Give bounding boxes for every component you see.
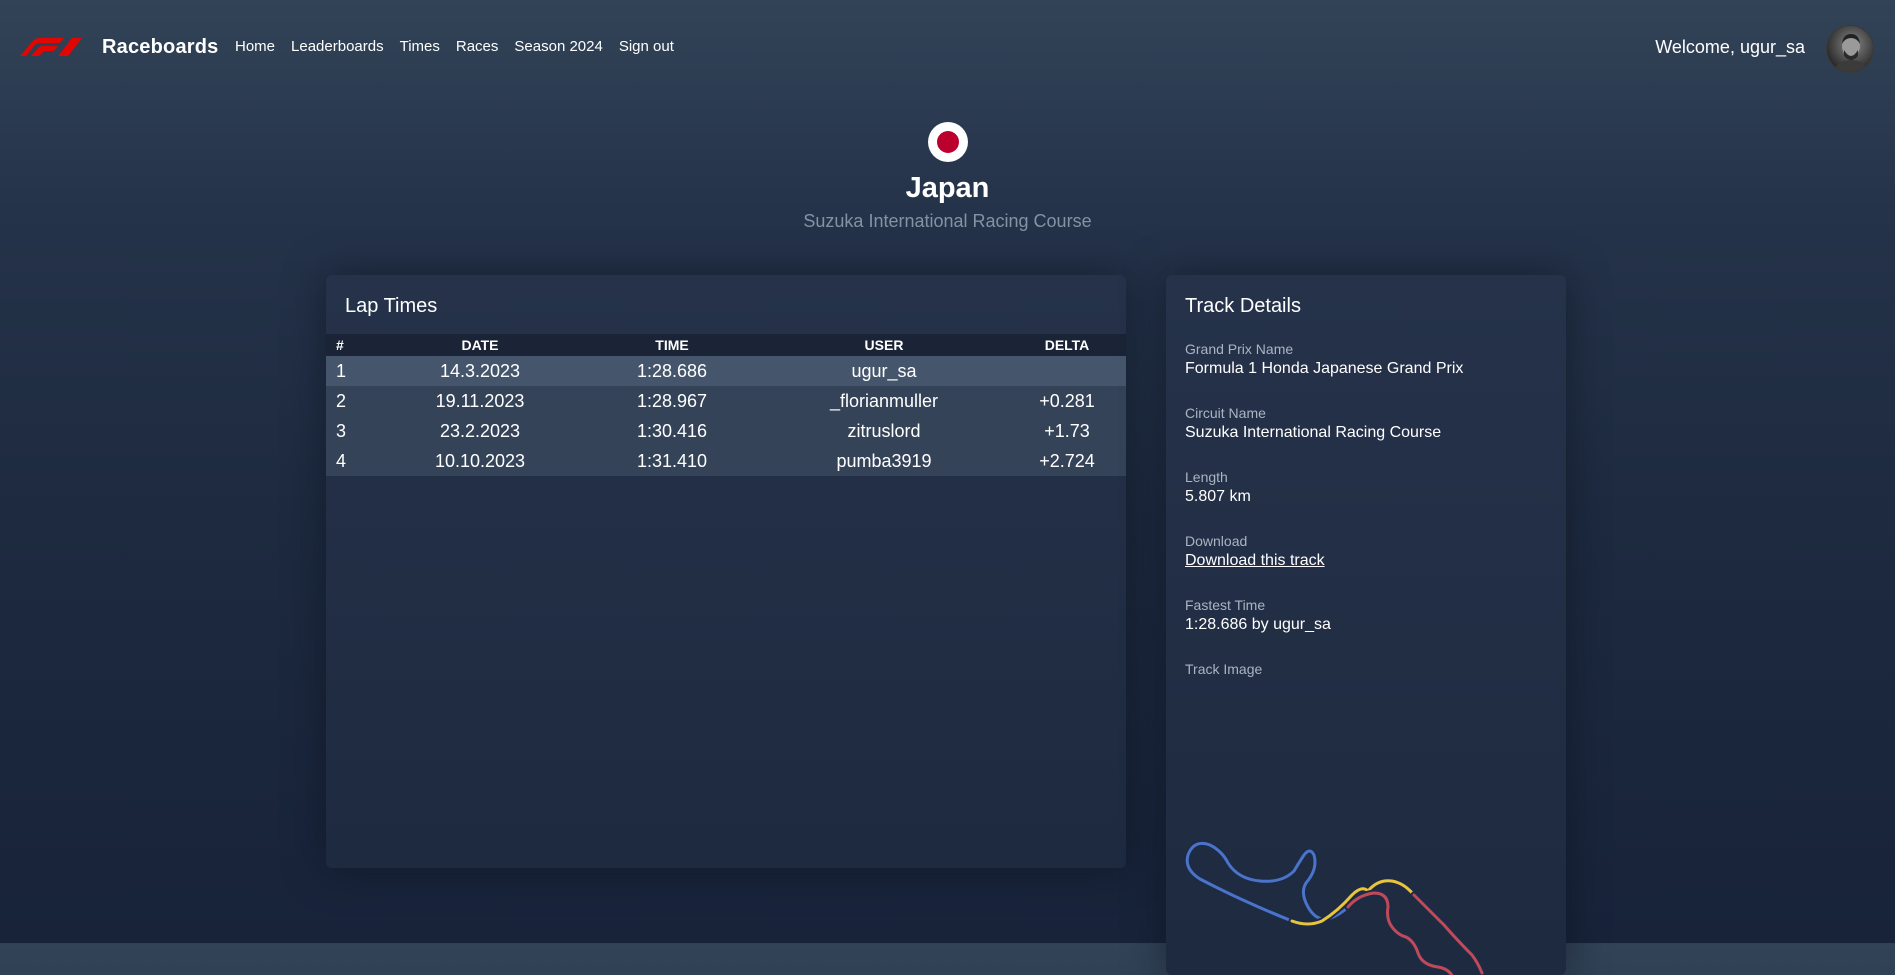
track-image-label: Track Image (1185, 661, 1263, 677)
table-row[interactable]: 4 10.10.2023 1:31.410 pumba3919 +2.724 (326, 446, 1126, 476)
circuit-name-label: Circuit Name (1185, 405, 1266, 421)
grand-prix-value: Formula 1 Honda Japanese Grand Prix (1185, 360, 1464, 377)
cell-delta: +2.724 (1008, 446, 1126, 476)
user-avatar[interactable] (1826, 25, 1874, 73)
nav-link-times[interactable]: Times (400, 38, 440, 55)
country-title: Japan (905, 172, 990, 204)
column-header-position[interactable]: # (326, 334, 376, 356)
column-header-date[interactable]: DATE (376, 334, 584, 356)
cell-date: 23.2.2023 (376, 416, 584, 446)
cell-time: 1:28.967 (584, 386, 760, 416)
circuit-subtitle: Suzuka International Racing Course (803, 211, 1092, 231)
grand-prix-label: Grand Prix Name (1185, 341, 1294, 357)
cell-user: ugur_sa (760, 356, 1008, 386)
japan-flag-icon (927, 122, 968, 162)
column-header-delta[interactable]: DELTA (1008, 334, 1126, 356)
download-label: Download (1185, 533, 1248, 549)
cell-delta: +1.73 (1008, 416, 1126, 446)
lap-times-panel: Lap Times # DATE TIME USER DELTA 1 14.3.… (326, 275, 1126, 868)
lap-times-table: # DATE TIME USER DELTA 1 14.3.2023 1:28.… (326, 334, 1126, 476)
f1-logo-icon[interactable] (18, 38, 82, 56)
table-row[interactable]: 1 14.3.2023 1:28.686 ugur_sa (326, 356, 1126, 386)
cell-user: zitruslord (760, 416, 1008, 446)
cell-date: 10.10.2023 (376, 446, 584, 476)
cell-time: 1:30.416 (584, 416, 760, 446)
navbar: Raceboards Home Leaderboards Times Races… (0, 0, 1895, 94)
fastest-time-value: 1:28.686 by ugur_sa (1185, 616, 1331, 633)
column-header-user[interactable]: USER (760, 334, 1008, 356)
track-details-panel: Track Details Grand Prix Name Formula 1 … (1166, 275, 1566, 975)
nav-link-leaderboards[interactable]: Leaderboards (291, 38, 384, 55)
suzuka-track-map (1183, 839, 1486, 975)
table-row[interactable]: 2 19.11.2023 1:28.967 _florianmuller +0.… (326, 386, 1126, 416)
track-details-title: Track Details (1185, 295, 1301, 317)
lap-times-title: Lap Times (345, 295, 438, 317)
table-row[interactable]: 3 23.2.2023 1:30.416 zitruslord +1.73 (326, 416, 1126, 446)
table-header-row: # DATE TIME USER DELTA (326, 334, 1126, 356)
nav-link-races[interactable]: Races (456, 38, 499, 55)
length-label: Length (1185, 469, 1228, 485)
cell-position: 2 (326, 386, 376, 416)
cell-position: 3 (326, 416, 376, 446)
nav-link-sign-out[interactable]: Sign out (619, 38, 674, 55)
column-header-time[interactable]: TIME (584, 334, 760, 356)
download-track-link[interactable]: Download this track (1185, 552, 1325, 570)
nav-link-home[interactable]: Home (235, 38, 275, 55)
circuit-name-value: Suzuka International Racing Course (1185, 424, 1442, 441)
avatar-silhouette-icon (1833, 34, 1869, 72)
cell-user: pumba3919 (760, 446, 1008, 476)
cell-delta: +0.281 (1008, 386, 1126, 416)
brand-name[interactable]: Raceboards (102, 36, 219, 59)
cell-delta (1008, 356, 1126, 386)
cell-time: 1:28.686 (584, 356, 760, 386)
welcome-text: Welcome, ugur_sa (1655, 37, 1805, 57)
fastest-time-label: Fastest Time (1185, 597, 1266, 613)
cell-date: 14.3.2023 (376, 356, 584, 386)
length-value: 5.807 km (1185, 488, 1251, 505)
nav-links: Home Leaderboards Times Races Season 202… (235, 38, 690, 55)
race-header: Japan Suzuka International Racing Course (0, 118, 1895, 232)
cell-date: 19.11.2023 (376, 386, 584, 416)
cell-user: _florianmuller (760, 386, 1008, 416)
cell-position: 1 (326, 356, 376, 386)
cell-time: 1:31.410 (584, 446, 760, 476)
nav-link-season-2024[interactable]: Season 2024 (514, 38, 602, 55)
cell-position: 4 (326, 446, 376, 476)
